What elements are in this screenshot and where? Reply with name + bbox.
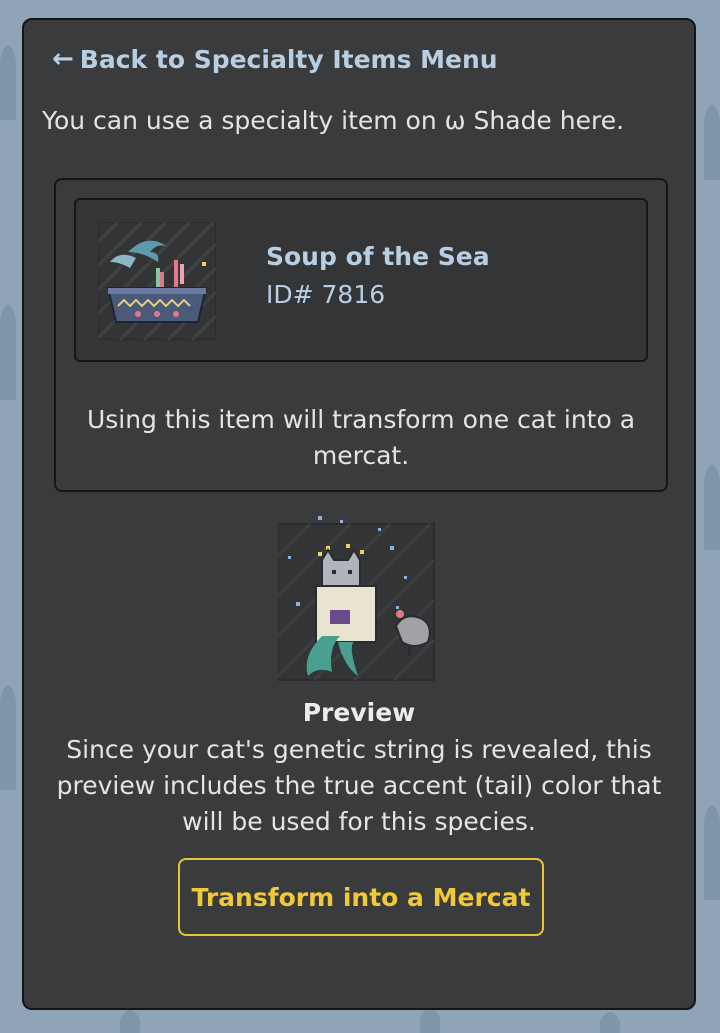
intro-text: You can use a specialty item on ω Shade …: [42, 106, 625, 135]
item-info-box: Soup of the Sea ID# 7816: [74, 198, 648, 362]
transform-into-mercat-button[interactable]: Transform into a Mercat: [178, 858, 544, 936]
back-link-label: Back to Specialty Items Menu: [79, 44, 498, 74]
mercat-preview-image: [278, 516, 436, 682]
item-card: Soup of the Sea ID# 7816 Using this item…: [54, 178, 668, 492]
back-to-specialty-items-link[interactable]: ← Back to Specialty Items Menu: [52, 44, 498, 74]
item-id: ID# 7816: [266, 280, 386, 309]
specialty-item-panel: ← Back to Specialty Items Menu You can u…: [22, 18, 696, 1010]
soup-bowl-icon: [98, 222, 216, 340]
back-arrow-icon: ←: [52, 44, 74, 74]
item-description: Using this item will transform one cat i…: [86, 405, 636, 470]
preview-title: Preview: [302, 698, 416, 727]
item-name: Soup of the Sea: [266, 242, 490, 271]
preview-description: Since your cat's genetic string is revea…: [56, 735, 662, 836]
